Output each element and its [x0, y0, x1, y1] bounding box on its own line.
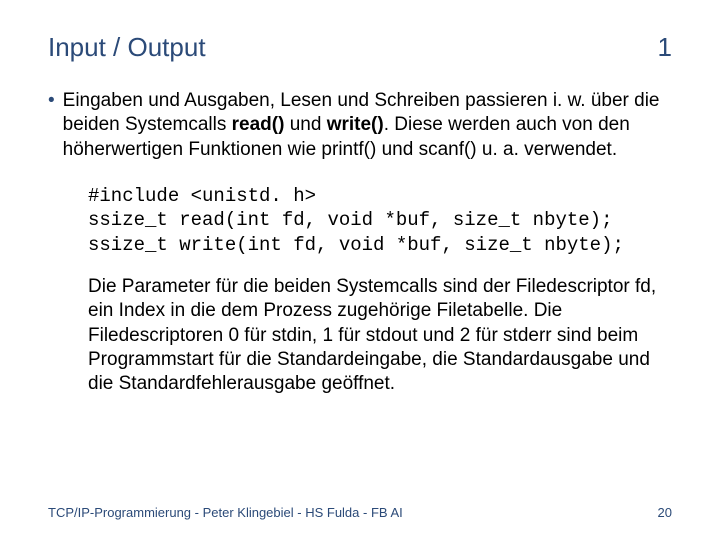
- bullet-text-bold1: read(): [232, 114, 285, 135]
- slide-header: Input / Output 1: [48, 32, 672, 63]
- slide: Input / Output 1 • Eingaben und Ausgaben…: [0, 0, 720, 540]
- footer-page-number: 20: [658, 505, 672, 520]
- bullet-item: • Eingaben und Ausgaben, Lesen und Schre…: [48, 89, 672, 162]
- bullet-text: Eingaben und Ausgaben, Lesen und Schreib…: [63, 89, 672, 162]
- bullet-dot-icon: •: [48, 89, 55, 113]
- slide-title: Input / Output: [48, 32, 206, 63]
- slide-number-top: 1: [658, 32, 672, 63]
- bullet-text-bold2: write(): [327, 114, 384, 135]
- sub-paragraph: Die Parameter für die beiden Systemcalls…: [88, 275, 662, 397]
- bullet-text-mid: und: [284, 114, 326, 135]
- slide-footer: TCP/IP-Programmierung - Peter Klingebiel…: [48, 505, 672, 520]
- footer-left: TCP/IP-Programmierung - Peter Klingebiel…: [48, 505, 403, 520]
- code-block: #include <unistd. h> ssize_t read(int fd…: [88, 184, 672, 257]
